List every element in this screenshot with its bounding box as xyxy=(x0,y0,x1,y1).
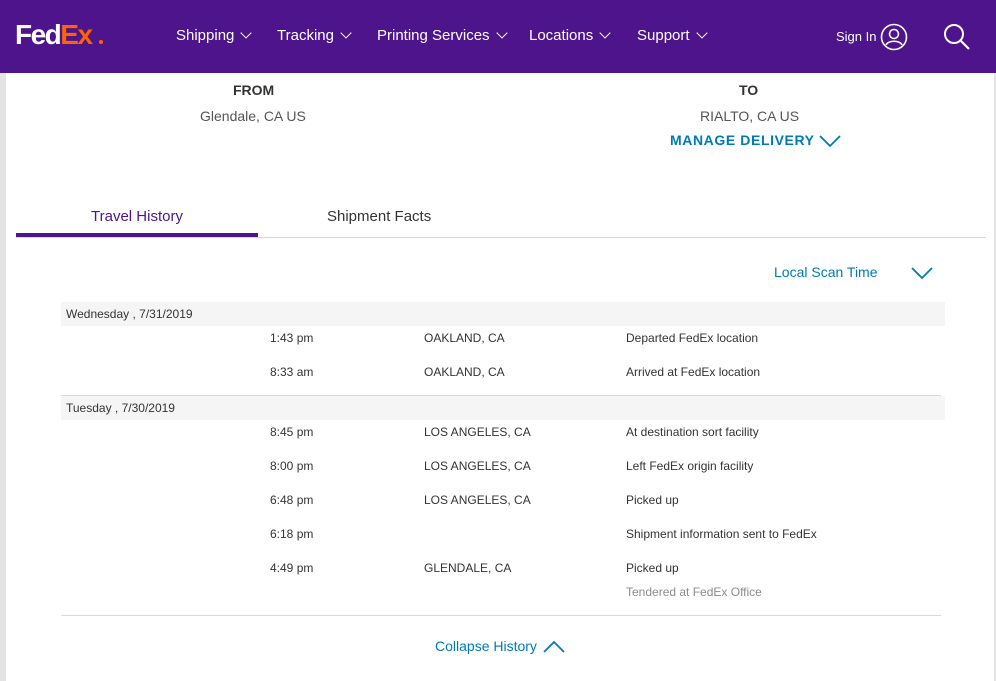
tab-shipment-facts[interactable]: Shipment Facts xyxy=(327,208,431,225)
chevron-down-icon xyxy=(695,27,708,39)
search-icon[interactable] xyxy=(943,23,971,51)
history-divider xyxy=(61,615,941,616)
logo-fed: Fed xyxy=(15,19,62,50)
event-location: GLENDALE, CA xyxy=(424,561,512,575)
event-time: 4:49 pm xyxy=(270,561,314,575)
event-location: OAKLAND, CA xyxy=(424,365,505,379)
tab-travel-history[interactable]: Travel History xyxy=(91,208,183,225)
event-status: Departed FedEx location xyxy=(626,331,759,345)
event-location: LOS ANGELES, CA xyxy=(424,425,531,439)
local-scan-time-dropdown[interactable]: Local Scan Time xyxy=(774,264,878,280)
chevron-down-icon[interactable] xyxy=(819,134,841,148)
event-time: 8:45 pm xyxy=(270,425,314,439)
event-location: LOS ANGELES, CA xyxy=(424,493,531,507)
event-location: LOS ANGELES, CA xyxy=(424,459,531,473)
chevron-down-icon xyxy=(340,27,352,39)
logo-ex: Ex xyxy=(60,19,93,50)
event-status: Left FedEx origin facility xyxy=(626,459,754,473)
event-note: Tendered at FedEx Office xyxy=(626,585,762,599)
tabs-divider xyxy=(16,237,986,238)
nav-item-label: Tracking xyxy=(277,27,334,44)
nav-item-printing-services[interactable]: Printing Services xyxy=(377,26,508,46)
event-status: At destination sort facility xyxy=(626,425,759,439)
top-navigation-bar: FedEx Shipping Tracking Printing Service… xyxy=(0,0,996,73)
date-header: Tuesday , 7/30/2019 xyxy=(61,396,945,420)
to-label: TO xyxy=(739,82,759,98)
event-time: 8:33 am xyxy=(270,365,314,379)
event-status: Arrived at FedEx location xyxy=(626,365,761,379)
date-label: Tuesday , 7/30/2019 xyxy=(66,401,175,415)
to-value: RIALTO, CA US xyxy=(700,108,800,124)
event-time: 1:43 pm xyxy=(270,331,314,345)
date-header: Wednesday , 7/31/2019 xyxy=(61,302,945,326)
chevron-down-icon[interactable] xyxy=(911,266,933,280)
chevron-down-icon xyxy=(495,27,508,39)
event-time: 6:48 pm xyxy=(270,493,314,507)
nav-item-label: Locations xyxy=(529,27,594,44)
nav-item-shipping[interactable]: Shipping xyxy=(176,26,253,46)
event-status: Shipment information sent to FedEx xyxy=(626,527,817,541)
event-time: 6:18 pm xyxy=(270,527,314,541)
event-time: 8:00 pm xyxy=(270,459,314,473)
chevron-down-icon xyxy=(599,27,611,39)
date-label: Wednesday , 7/31/2019 xyxy=(66,307,193,321)
event-status: Picked up xyxy=(626,493,679,507)
nav-item-tracking[interactable]: Tracking xyxy=(277,26,352,46)
from-value: Glendale, CA US xyxy=(200,108,306,124)
logo-dot xyxy=(99,40,103,44)
sign-in-link[interactable]: Sign In xyxy=(836,28,876,46)
nav-item-label: Printing Services xyxy=(377,27,490,44)
nav-item-label: Shipping xyxy=(176,27,235,44)
fedex-logo[interactable]: FedEx xyxy=(15,17,103,53)
chevron-up-icon[interactable] xyxy=(543,640,565,654)
user-circle-icon[interactable] xyxy=(880,23,908,51)
active-tab-indicator xyxy=(16,233,258,237)
nav-item-locations[interactable]: Locations xyxy=(529,26,611,46)
event-status: Picked up xyxy=(626,561,679,575)
nav-item-support[interactable]: Support xyxy=(637,26,708,46)
event-location: OAKLAND, CA xyxy=(424,331,505,345)
left-edge-bar xyxy=(0,73,6,681)
collapse-history-link[interactable]: Collapse History xyxy=(435,638,537,654)
from-label: FROM xyxy=(233,82,275,98)
nav-item-label: Support xyxy=(637,27,690,44)
manage-delivery-link[interactable]: MANAGE DELIVERY xyxy=(670,132,815,148)
chevron-down-icon xyxy=(240,27,253,39)
